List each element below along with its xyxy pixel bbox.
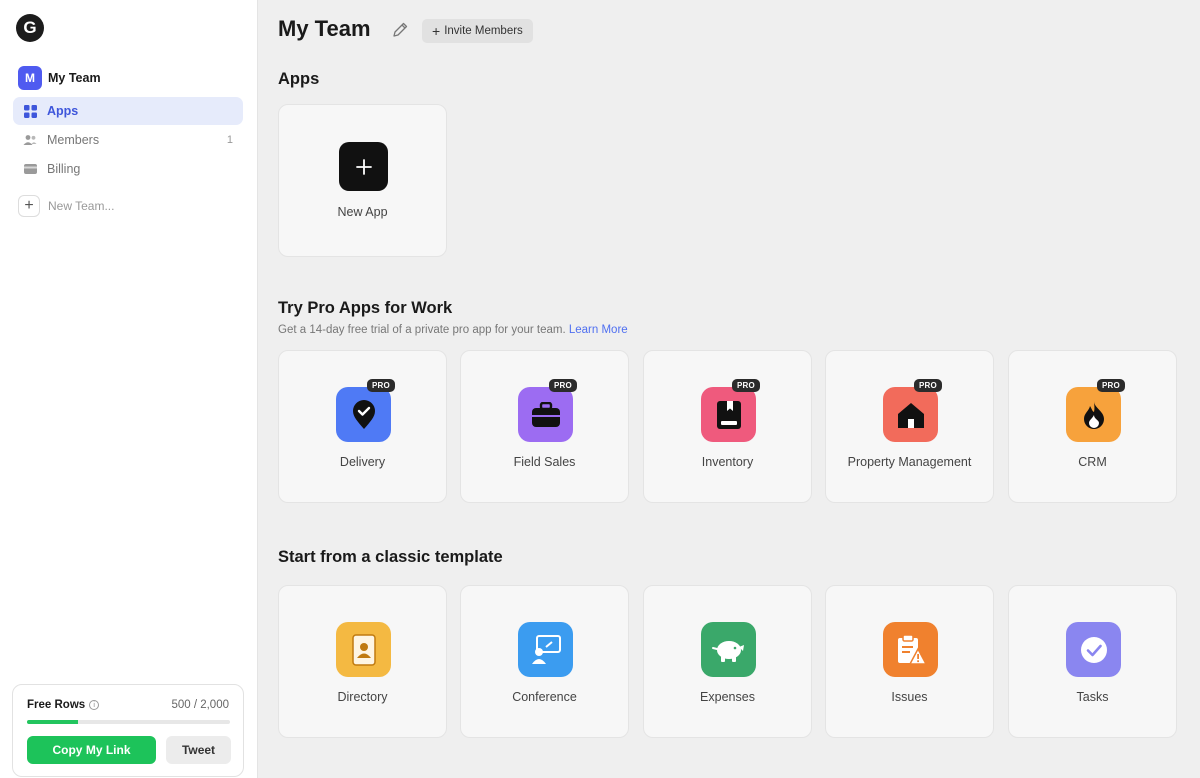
template-card-directory[interactable]: Directory [278, 585, 447, 738]
grid-icon [23, 104, 37, 118]
pro-section-subtitle: Get a 14-day free trial of a private pro… [278, 324, 628, 336]
book-icon [701, 387, 756, 442]
pro-app-label: Inventory [701, 455, 754, 469]
pro-app-card-field-sales[interactable]: PRO Field Sales [460, 350, 629, 503]
glide-logo[interactable]: G [16, 14, 44, 42]
pro-app-card-delivery[interactable]: PRO Delivery [278, 350, 447, 503]
template-label: Expenses [700, 690, 755, 704]
new-team-button[interactable]: + New Team... [18, 195, 114, 217]
plus-icon [339, 142, 388, 191]
piggy-bank-icon [701, 622, 756, 677]
rows-progress-bar [27, 720, 230, 724]
pro-app-card-crm[interactable]: PRO CRM [1008, 350, 1177, 503]
members-count: 1 [226, 134, 233, 146]
sidebar: G M My Team Apps Members 1 Billing + New… [0, 0, 258, 778]
template-section-title: Start from a classic template [278, 548, 503, 566]
contact-book-icon [336, 622, 391, 677]
template-card-issues[interactable]: Issues [825, 585, 994, 738]
clipboard-warning-icon [883, 622, 938, 677]
sidebar-item-billing[interactable]: Billing [13, 155, 243, 183]
pro-app-label: CRM [1078, 455, 1107, 469]
plus-icon: + [18, 195, 40, 217]
briefcase-icon [518, 387, 573, 442]
checkmark-circle-icon [1066, 622, 1121, 677]
pro-app-label: Delivery [339, 455, 386, 469]
team-name: My Team [48, 71, 101, 85]
house-icon [883, 387, 938, 442]
people-icon [23, 133, 37, 147]
template-label: Issues [891, 690, 928, 704]
new-app-card[interactable]: New App [278, 104, 447, 257]
template-label: Tasks [1076, 690, 1109, 704]
sidebar-item-apps[interactable]: Apps [13, 97, 243, 125]
pro-app-label: Property Management [847, 455, 972, 469]
sidebar-item-label: Billing [47, 162, 81, 176]
flame-icon [1066, 387, 1121, 442]
free-rows-count: 500 / 2,000 [171, 699, 229, 711]
pro-app-label: Field Sales [513, 455, 576, 469]
learn-more-link[interactable]: Learn More [569, 324, 628, 336]
pro-badge: PRO [367, 379, 395, 392]
sidebar-item-label: Members [47, 133, 100, 147]
copy-my-link-button[interactable]: Copy My Link [27, 736, 156, 764]
pro-section-title: Try Pro Apps for Work [278, 299, 453, 317]
team-avatar: M [18, 66, 42, 90]
new-app-label: New App [337, 205, 388, 219]
pro-app-card-property-management[interactable]: PRO Property Management [825, 350, 994, 503]
template-label: Directory [337, 690, 388, 704]
pro-badge: PRO [914, 379, 942, 392]
invite-members-button[interactable]: + Invite Members [422, 19, 533, 43]
pro-badge: PRO [732, 379, 760, 392]
template-label: Conference [512, 690, 577, 704]
info-icon[interactable]: i [89, 700, 100, 710]
pro-badge: PRO [549, 379, 577, 392]
pencil-icon[interactable] [391, 21, 411, 41]
pro-subtitle-text: Get a 14-day free trial of a private pro… [278, 324, 566, 336]
rows-progress-fill [27, 720, 78, 724]
pro-badge: PRO [1097, 379, 1125, 392]
plus-icon: + [432, 23, 441, 39]
free-rows-title: Free Rows i [27, 699, 100, 711]
page-title: My Team [278, 16, 371, 41]
tweet-button[interactable]: Tweet [166, 736, 231, 764]
free-rows-label: Free Rows [27, 699, 86, 711]
pro-app-card-inventory[interactable]: PRO Inventory [643, 350, 812, 503]
template-card-expenses[interactable]: Expenses [643, 585, 812, 738]
template-card-conference[interactable]: Conference [460, 585, 629, 738]
new-team-label: New Team... [48, 199, 115, 213]
team-switcher[interactable]: M My Team [18, 66, 101, 90]
map-pin-check-icon [336, 387, 391, 442]
sidebar-item-label: Apps [47, 104, 79, 118]
apps-section-title: Apps [278, 70, 320, 88]
presentation-icon [518, 622, 573, 677]
invite-members-label: Invite Members [444, 25, 523, 37]
credit-card-icon [23, 162, 37, 176]
sidebar-item-members[interactable]: Members 1 [13, 126, 243, 154]
free-rows-card: Free Rows i 500 / 2,000 Copy My Link Twe… [12, 684, 244, 777]
template-card-tasks[interactable]: Tasks [1008, 585, 1177, 738]
